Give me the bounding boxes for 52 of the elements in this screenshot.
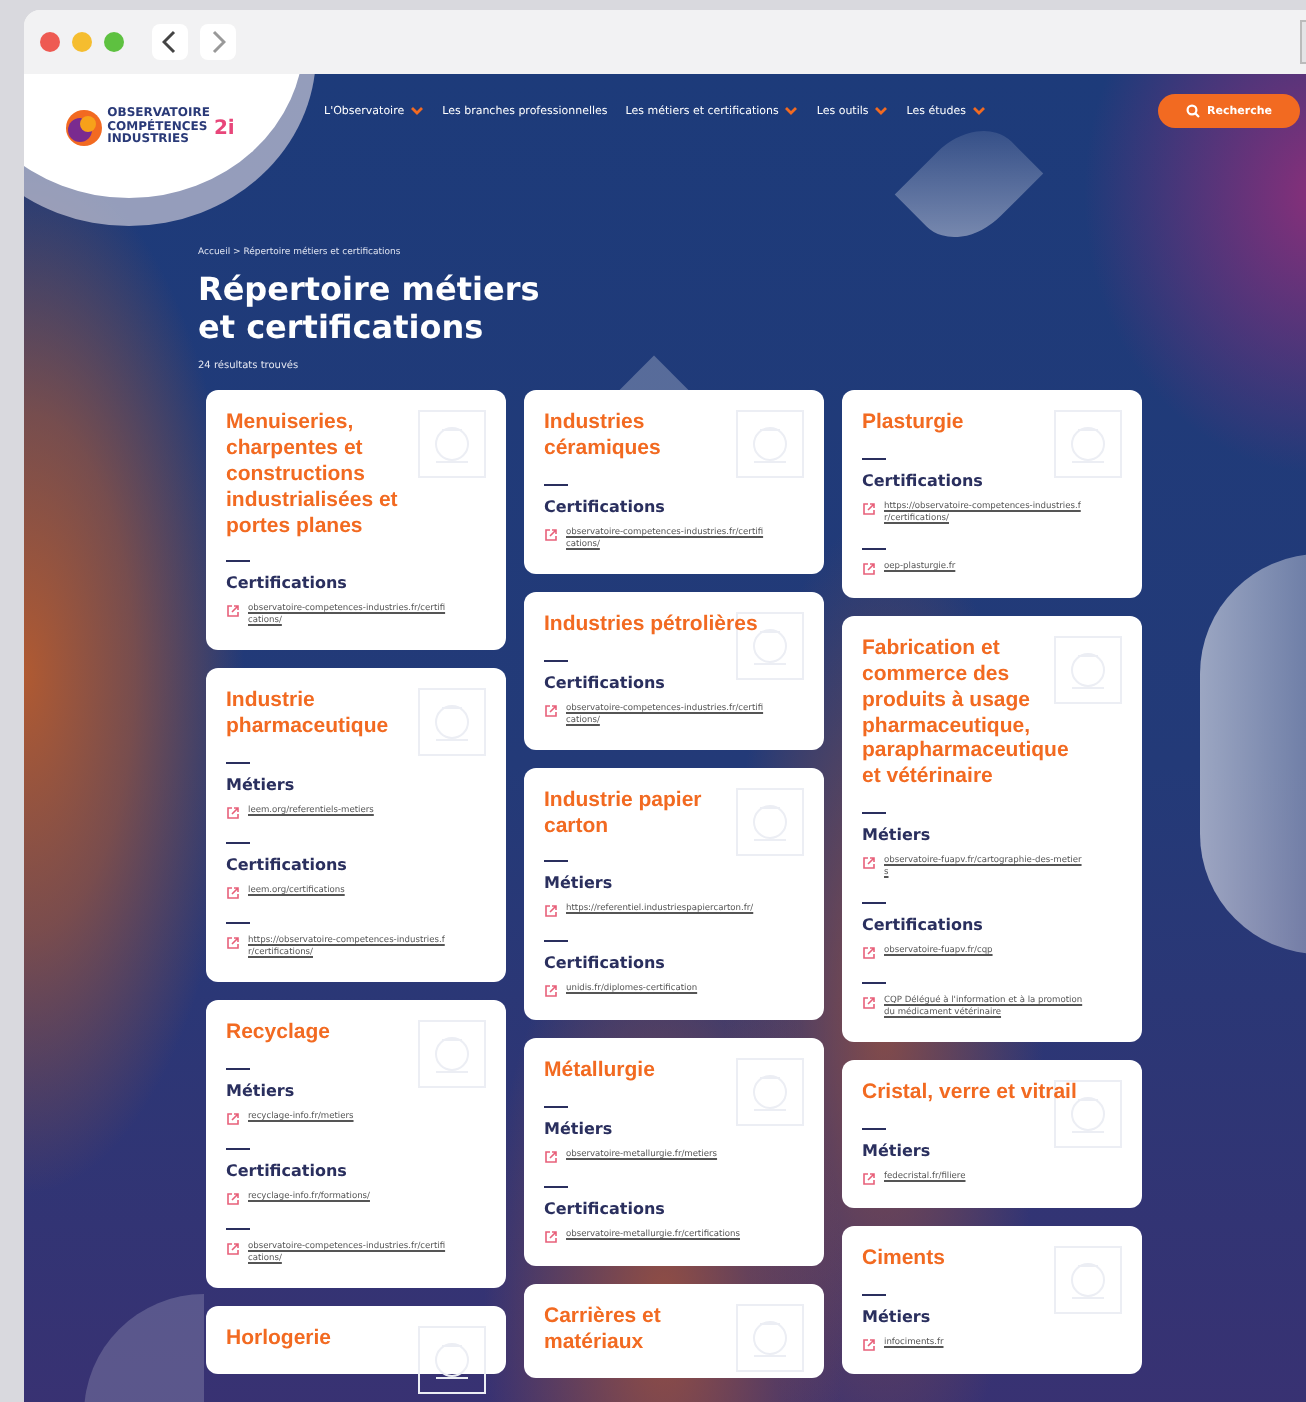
external-link-icon: [544, 984, 558, 999]
external-link-icon: [862, 1171, 876, 1186]
external-link-icon: [544, 1230, 558, 1245]
external-link-icon: [544, 703, 558, 718]
page-title: Répertoire métiers et certifications: [198, 270, 542, 347]
section-heading: Certifications: [544, 497, 667, 516]
section-heading: Certifications: [226, 855, 349, 874]
section-heading: Métiers: [226, 1081, 297, 1100]
external-link-icon: [862, 502, 876, 517]
external-link-icon: [862, 1337, 876, 1352]
chevron-left-icon: [162, 30, 178, 54]
external-link-icon: [862, 946, 876, 961]
external-link-icon: [862, 562, 876, 577]
section-heading: Métiers: [862, 825, 933, 844]
close-icon[interactable]: [40, 32, 60, 52]
search-icon: [1185, 104, 1199, 118]
external-link-icon: [544, 904, 558, 919]
section-heading: Certifications: [862, 916, 985, 935]
logo-text: 2i: [213, 117, 235, 139]
section-heading: Certifications: [544, 954, 667, 973]
external-link-icon: [226, 805, 240, 820]
external-link-icon: [226, 604, 240, 619]
maximize-icon[interactable]: [104, 32, 124, 52]
chevron-down-icon: [972, 106, 986, 116]
external-link-icon: [226, 885, 240, 900]
section-heading: Métiers: [544, 874, 615, 893]
section-heading: Métiers: [862, 1141, 933, 1160]
section-heading: Certifications: [226, 1161, 349, 1180]
section-heading: Métiers: [544, 1120, 615, 1139]
external-link-icon: [862, 996, 876, 1011]
external-link-icon: [226, 1111, 240, 1126]
chevron-down-icon: [874, 106, 889, 116]
section-heading: Certifications: [544, 673, 667, 692]
external-link-icon: [226, 1191, 240, 1206]
chevron-down-icon: [410, 106, 425, 116]
minimize-icon[interactable]: [72, 32, 92, 52]
chevron-down-icon: [784, 106, 799, 116]
section-heading: Certifications: [544, 1200, 667, 1219]
section-heading: Métiers: [226, 775, 297, 794]
section-heading: Certifications: [862, 472, 985, 491]
external-link-icon: [226, 935, 240, 950]
line-art-icon: [418, 1325, 486, 1394]
external-link-icon: [544, 527, 558, 542]
section-heading: Métiers: [862, 1307, 933, 1326]
external-link-icon: [862, 855, 876, 870]
section-heading: Certifications: [226, 574, 349, 593]
forward-button[interactable]: [200, 24, 236, 60]
logo-icon: [63, 106, 104, 150]
back-button[interactable]: [152, 24, 188, 60]
external-link-icon: [226, 1241, 240, 1256]
external-link-icon: [544, 1150, 558, 1165]
chevron-right-icon: [210, 30, 226, 54]
